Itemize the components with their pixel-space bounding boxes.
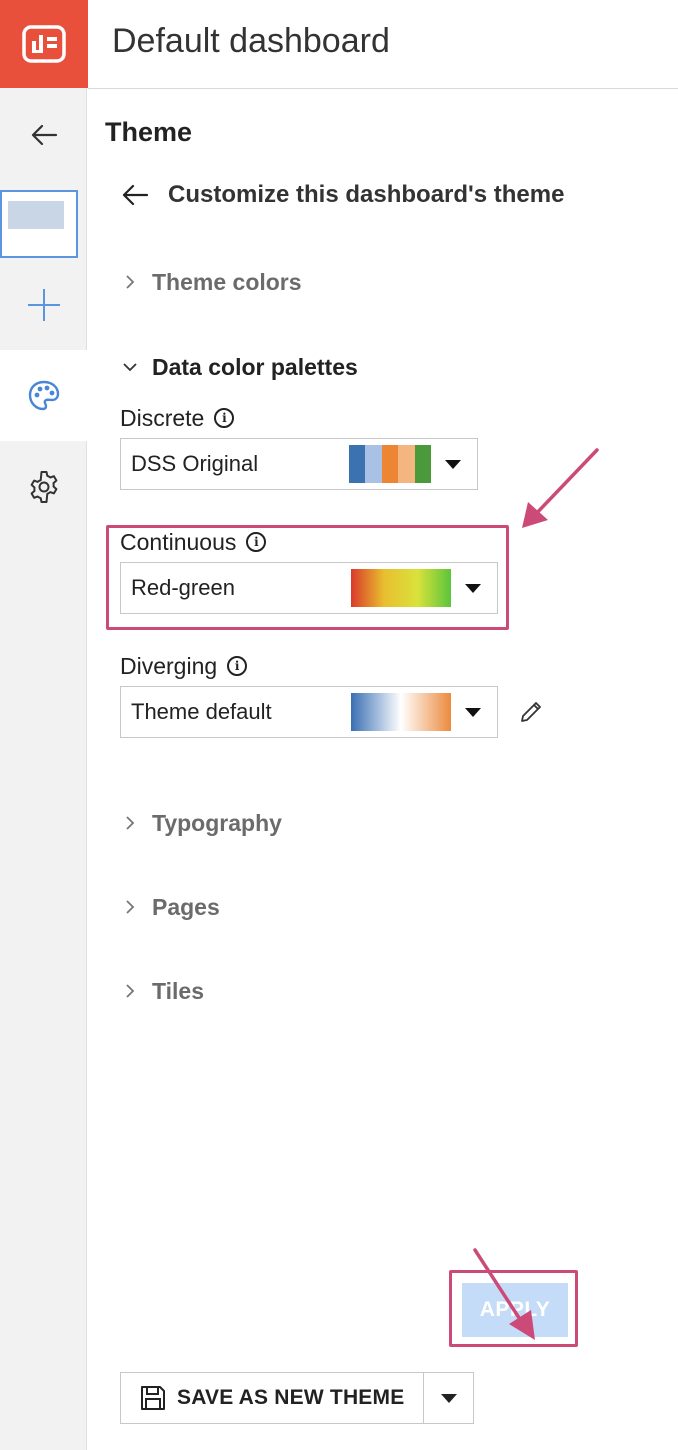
customize-theme-header: Customize this dashboard's theme	[120, 177, 564, 213]
annotation-arrow	[522, 448, 599, 528]
section-label: Typography	[152, 809, 282, 836]
save-theme-group: SAVE AS NEW THEME	[120, 1372, 474, 1424]
chevron-right-icon	[120, 272, 140, 292]
page-thumbnail-preview	[8, 201, 64, 229]
info-icon[interactable]: i	[227, 656, 248, 676]
plus-icon	[27, 289, 60, 321]
floppy-disk-icon	[141, 1386, 165, 1410]
diverging-label: Diverging	[120, 652, 218, 679]
caret-down-icon	[465, 707, 481, 717]
pencil-icon	[521, 702, 541, 722]
header: Default dashboard	[88, 0, 678, 89]
settings-button[interactable]	[0, 441, 87, 533]
discrete-palette-swatch	[349, 445, 432, 483]
annotation-arrow	[473, 1248, 535, 1340]
back-to-themes-button[interactable]	[120, 180, 150, 210]
chevron-right-icon	[120, 813, 140, 833]
left-rail	[0, 88, 87, 1450]
add-button[interactable]	[0, 260, 87, 350]
diverging-palette-swatch	[351, 693, 451, 731]
continuous-highlight	[106, 525, 509, 630]
section-label: Pages	[152, 893, 220, 920]
chevron-right-icon	[120, 981, 140, 1001]
discrete-label-row: Discrete i	[120, 403, 235, 433]
chevron-down-icon	[120, 357, 140, 377]
discrete-swatch-stripe	[398, 445, 415, 483]
diverging-palette-select[interactable]: Theme default	[120, 686, 498, 738]
palette-icon	[28, 380, 59, 410]
discrete-swatch-stripe	[349, 445, 366, 483]
theme-button[interactable]	[0, 350, 87, 441]
discrete-palette-select[interactable]: DSS Original	[120, 438, 478, 490]
panel-title: Theme	[105, 117, 193, 147]
diverging-palette-value: Theme default	[131, 699, 272, 724]
discrete-swatch-stripe	[414, 445, 432, 483]
section-typography[interactable]: Typography	[120, 805, 282, 841]
discrete-label: Discrete	[120, 404, 205, 431]
save-options-dropdown[interactable]	[424, 1373, 473, 1423]
caret-down-icon	[445, 459, 461, 469]
chevron-right-icon	[120, 897, 140, 917]
caret-down-icon	[440, 1393, 457, 1403]
section-label: Data color palettes	[152, 353, 358, 380]
arrow-left-icon	[122, 184, 149, 206]
section-data-color-palettes[interactable]: Data color palettes	[120, 349, 358, 385]
theme-panel: Theme Customize this dashboard's theme T…	[88, 89, 678, 1450]
save-as-new-theme-label: SAVE AS NEW THEME	[177, 1386, 405, 1409]
back-button[interactable]	[0, 88, 87, 182]
discrete-palette-value: DSS Original	[131, 451, 259, 476]
section-label: Tiles	[152, 977, 204, 1004]
page-thumbnail[interactable]	[0, 190, 78, 258]
info-icon[interactable]: i	[214, 408, 235, 428]
section-pages[interactable]: Pages	[120, 889, 220, 925]
section-theme-colors[interactable]: Theme colors	[120, 264, 302, 300]
gear-icon	[30, 471, 57, 503]
customize-theme-label: Customize this dashboard's theme	[168, 181, 565, 208]
discrete-swatch-stripe	[381, 445, 399, 483]
save-as-new-theme-button[interactable]: SAVE AS NEW THEME	[121, 1373, 424, 1423]
discrete-swatch-stripe	[365, 445, 382, 483]
diverging-label-row: Diverging i	[120, 651, 248, 681]
app-logo[interactable]	[0, 0, 88, 88]
section-label: Theme colors	[152, 268, 302, 295]
edit-diverging-button[interactable]	[518, 699, 544, 725]
arrow-left-icon	[31, 124, 57, 146]
dashboard-icon	[22, 25, 66, 63]
section-tiles[interactable]: Tiles	[120, 973, 204, 1009]
dashboard-title: Default dashboard	[112, 22, 390, 60]
